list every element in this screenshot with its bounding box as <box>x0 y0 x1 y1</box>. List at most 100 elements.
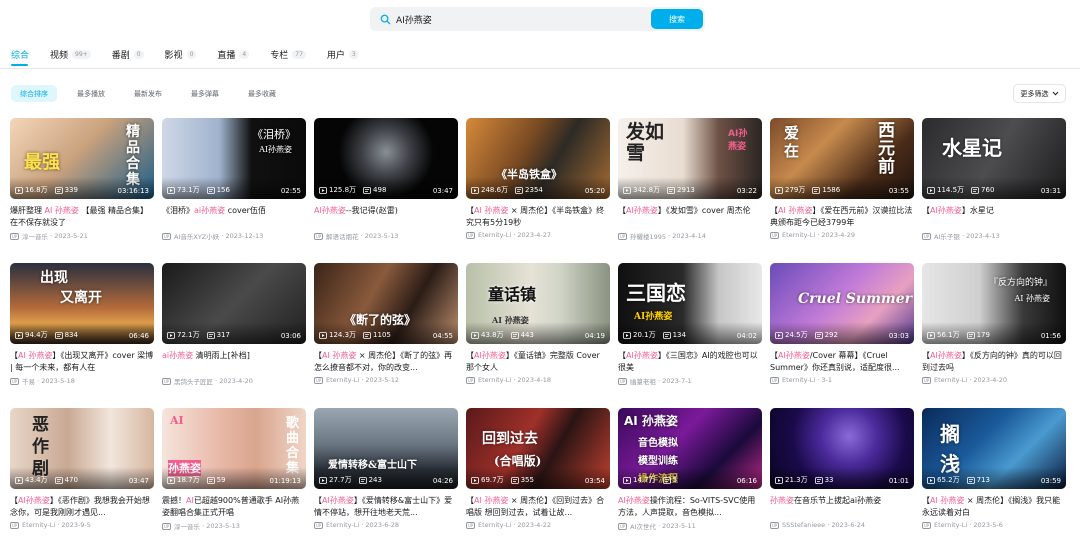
sort-option-4[interactable]: 最多收藏 <box>239 85 285 102</box>
video-title[interactable]: 爆肝整理 AI 孙燕姿 【最强 精品合集】 在不保存就没了 <box>10 205 154 229</box>
more-filters-button[interactable]: 更多筛选 <box>1013 84 1066 103</box>
video-card[interactable]: 21.3万 33 01:01 孙燕姿在音乐节上拔起ai孙燕姿 UP SSStefaniee… <box>770 408 914 549</box>
video-thumbnail[interactable]: 《泪桥》 AI孙燕姿 73.1万 156 02:55 <box>162 118 306 199</box>
video-card[interactable]: 《断了的弦》 124.3万 1105 04:55 【AI 孙燕姿 × 周杰伦】《断了的弦… <box>314 263 458 408</box>
uploader-name[interactable]: 解语话烟花 <box>326 231 359 241</box>
uploader-name[interactable]: Eternity-Li <box>326 376 359 384</box>
video-thumbnail[interactable]: 《断了的弦》 124.3万 1105 04:55 <box>314 263 458 344</box>
video-card[interactable]: 搁浅 65.2万 713 03:59 【AI 孙燕姿 × 周杰伦】《搁浅》我只能永远读着… <box>922 408 1066 549</box>
video-thumbnail[interactable]: 精品合集最强16.8万33903:16:13 <box>10 118 154 199</box>
video-title[interactable]: AI孙燕姿操作流程：So-VITS-SVC使用方法，人声提取，音色模拟... <box>618 495 762 519</box>
video-title[interactable]: 【AI孙燕姿】《童话镇》完整版 Cover 那个女人 <box>466 350 610 374</box>
uploader-name[interactable]: Eternity-Li <box>22 521 55 529</box>
video-card[interactable]: 三国恋 AI孙燕姿 20.1万 134 04:02 【AI孙燕姿】《三国恋》AI的戏腔也可… <box>618 263 762 408</box>
video-thumbnail[interactable]: 三国恋 AI孙燕姿 20.1万 134 04:02 <box>618 263 762 344</box>
tab-4[interactable]: 直播 4 <box>217 47 250 61</box>
search-button[interactable]: 搜索 <box>651 9 703 29</box>
uploader-name[interactable]: 淳一音乐 <box>174 521 200 531</box>
video-thumbnail[interactable]: 恶作剧43.4万47003:47 <box>10 408 154 489</box>
video-title[interactable]: 【AI 孙燕姿 × 周杰伦】《搁浅》我只能永远读着对白 <box>922 495 1066 519</box>
video-thumbnail[interactable]: 爱情转移&富士山下 27.7万 243 04:26 <box>314 408 458 489</box>
tab-0[interactable]: 综合 <box>11 47 29 61</box>
video-title[interactable]: 【AI 孙燕姿 × 周杰伦】《断了的弦》再怎么撩音都不对，你的改变... <box>314 350 458 374</box>
uploader-name[interactable]: Eternity-Li <box>326 521 359 529</box>
video-card[interactable]: 童话镇 AI 孙燕姿 43.8万 443 04:19 【AI孙燕姿】《童话镇》完整版 Co… <box>466 263 610 408</box>
video-title[interactable]: ai孙燕姿 清明雨上[补档] <box>162 350 306 374</box>
video-card[interactable]: 出现 又离开 94.4万 834 06:46 【AI 孙燕姿】《出现又离开》cover 梁… <box>10 263 154 408</box>
video-card[interactable]: 125.8万 498 03:47 AI孙燕姿--我记得(赵雷) UP 解语话烟花 · 20… <box>314 118 458 263</box>
video-thumbnail[interactable]: 搁浅 65.2万 713 03:59 <box>922 408 1066 489</box>
video-card[interactable]: 精品合集最强16.8万33903:16:13 爆肝整理 AI 孙燕姿 【最强 精品… <box>10 118 154 263</box>
search-bar[interactable]: 搜索 <box>370 7 705 31</box>
video-thumbnail[interactable]: AI孙燕姿歌曲合集18.7万5901:19:13 <box>162 408 306 489</box>
video-thumbnail[interactable]: 72.1万 317 03:06 <box>162 263 306 344</box>
video-title[interactable]: 《泪桥》ai孙燕姿 cover伍佰 <box>162 205 306 229</box>
tab-3[interactable]: 影视 0 <box>165 47 197 61</box>
video-card[interactable]: 《半岛铁盒》 248.6万 2354 05:20 【AI 孙燕姿 × 周杰伦】《半岛铁盒… <box>466 118 610 263</box>
video-thumbnail[interactable]: 『反方向的钟』 AI 孙燕姿 56.1万 179 01:56 <box>922 263 1066 344</box>
uploader-name[interactable]: Eternity-Li <box>478 376 511 384</box>
video-title[interactable]: AI孙燕姿--我记得(赵雷) <box>314 205 458 229</box>
uploader-name[interactable]: 幽篁老祖 <box>630 376 656 386</box>
video-title[interactable]: 【AI孙燕姿】水星记 <box>922 205 1066 229</box>
uploader-name[interactable]: 淳一音乐 <box>22 231 48 241</box>
video-thumbnail[interactable]: 回到过去 (合唱版) 69.7万 355 03:54 <box>466 408 610 489</box>
video-card[interactable]: AI 孙燕姿音色模拟模型训练操作流程14.7万506:16 AI孙燕姿操作流程：S… <box>618 408 762 549</box>
sort-option-3[interactable]: 最多弹幕 <box>182 85 228 102</box>
video-card[interactable]: 发如雪 AI孙燕姿 342.8万 2913 03:22 【AI孙燕姿】《发如雪》cover… <box>618 118 762 263</box>
video-card[interactable]: 水星记 114.5万 760 03:31 【AI孙燕姿】水星记 UP AI乐子银 · 202… <box>922 118 1066 263</box>
uploader-name[interactable]: AI乐子银 <box>934 231 960 241</box>
video-card[interactable]: 恶作剧43.4万47003:47 【AI孙燕姿】《恶作剧》我想我会开始想念你，可是… <box>10 408 154 549</box>
sort-option-1[interactable]: 最多播放 <box>68 85 114 102</box>
video-title[interactable]: 【AI 孙燕姿】《爱在西元前》汉谟拉比法典颁布距今已经3799年 <box>770 205 914 229</box>
video-title[interactable]: 【AI 孙燕姿 × 周杰伦】《半岛铁盒》终究只有5分19秒 <box>466 205 610 229</box>
video-card[interactable]: 72.1万 317 03:06 ai孙燕姿 清明雨上[补档] UP 黑鸽头子匠匠 · 20… <box>162 263 306 408</box>
video-title[interactable]: 【AI 孙燕姿 × 周杰伦】《回到过去》合唱版 想回到过去，试着让故... <box>466 495 610 519</box>
video-thumbnail[interactable]: 125.8万 498 03:47 <box>314 118 458 199</box>
uploader-name[interactable]: Eternity-Li <box>782 376 815 384</box>
uploader-name[interactable]: SSStefanieee <box>782 521 825 529</box>
thumbnail-caption: AI孙燕姿 <box>728 129 748 152</box>
video-title[interactable]: 震撼！AI已超越900%普通歌手 AI孙燕姿翻唱合集正式开唱 <box>162 495 306 519</box>
video-thumbnail[interactable]: AI 孙燕姿音色模拟模型训练操作流程14.7万506:16 <box>618 408 762 489</box>
uploader-name[interactable]: 千易 <box>22 376 35 386</box>
uploader-name[interactable]: Eternity-Li <box>934 521 967 529</box>
video-thumbnail[interactable]: 童话镇 AI 孙燕姿 43.8万 443 04:19 <box>466 263 610 344</box>
video-thumbnail[interactable]: 爱在 西元前 279万 1586 03:55 <box>770 118 914 199</box>
video-card[interactable]: 『反方向的钟』 AI 孙燕姿 56.1万 179 01:56 【AI孙燕姿】《反方向的钟》… <box>922 263 1066 408</box>
video-title[interactable]: 【AI 孙燕姿】《出现又离开》cover 梁博 | 每一个未来，都有人在 <box>10 350 154 374</box>
video-card[interactable]: Cruel Summer 24.5万 292 03:03 【AI孙燕姿/Cover 幕幕… <box>770 263 914 408</box>
video-thumbnail[interactable]: 出现 又离开 94.4万 834 06:46 <box>10 263 154 344</box>
video-title[interactable]: 【AI孙燕姿】《三国恋》AI的戏腔也可以很美 <box>618 350 762 374</box>
uploader-name[interactable]: Eternity-Li <box>782 231 815 239</box>
tab-1[interactable]: 视频 99+ <box>50 47 91 61</box>
video-title[interactable]: 【AI孙燕姿】《反方向的钟》真的可以回到过去吗 <box>922 350 1066 374</box>
video-card[interactable]: 回到过去 (合唱版) 69.7万 355 03:54 【AI 孙燕姿 × 周杰伦】《回到过… <box>466 408 610 549</box>
tab-6[interactable]: 用户 3 <box>327 47 359 61</box>
video-title[interactable]: 【AI孙燕姿/Cover 幕幕】《Cruel Summer》你还真别说，适配度很… <box>770 350 914 374</box>
video-card[interactable]: 爱情转移&富士山下 27.7万 243 04:26 【AI孙燕姿】《爱情转移&富士山下》… <box>314 408 458 549</box>
video-title[interactable]: 孙燕姿在音乐节上拔起ai孙燕姿 <box>770 495 914 519</box>
tab-2[interactable]: 番剧 0 <box>112 47 144 61</box>
video-card[interactable]: 爱在 西元前 279万 1586 03:55 【AI 孙燕姿】《爱在西元前》汉谟拉比法典颁… <box>770 118 914 263</box>
sort-option-0[interactable]: 综合排序 <box>11 85 57 102</box>
video-card[interactable]: 《泪桥》 AI孙燕姿 73.1万 156 02:55 《泪桥》ai孙燕姿 cover伍佰 U… <box>162 118 306 263</box>
uploader-name[interactable]: AI次世代 <box>630 521 656 531</box>
video-thumbnail[interactable]: Cruel Summer 24.5万 292 03:03 <box>770 263 914 344</box>
sort-option-2[interactable]: 最新发布 <box>125 85 171 102</box>
uploader-name[interactable]: 孙耀楼1995 <box>630 231 666 241</box>
uploader-name[interactable]: Eternity-Li <box>934 376 967 384</box>
uploader-name[interactable]: AI音乐XYZ小妖 <box>174 231 219 241</box>
video-thumbnail[interactable]: 水星记 114.5万 760 03:31 <box>922 118 1066 199</box>
uploader-name[interactable]: 黑鸽头子匠匠 <box>174 376 213 386</box>
uploader-name[interactable]: Eternity-Li <box>478 521 511 529</box>
video-title[interactable]: 【AI孙燕姿】《恶作剧》我想我会开始想念你，可是我刚刚才遇见... <box>10 495 154 519</box>
video-title[interactable]: 【AI孙燕姿】《发如雪》cover 周杰伦 <box>618 205 762 229</box>
video-thumbnail[interactable]: 发如雪 AI孙燕姿 342.8万 2913 03:22 <box>618 118 762 199</box>
video-title[interactable]: 【AI孙燕姿】《爱情转移&富士山下》爱情不停站，想开往地老天荒... <box>314 495 458 519</box>
uploader-name[interactable]: Eternity-Li <box>478 231 511 239</box>
video-thumbnail[interactable]: 《半岛铁盒》 248.6万 2354 05:20 <box>466 118 610 199</box>
video-thumbnail[interactable]: 21.3万 33 01:01 <box>770 408 914 489</box>
video-card[interactable]: AI孙燕姿歌曲合集18.7万5901:19:13 震撼！AI已超越900%普通歌手… <box>162 408 306 549</box>
tab-5[interactable]: 专栏 77 <box>270 47 306 61</box>
